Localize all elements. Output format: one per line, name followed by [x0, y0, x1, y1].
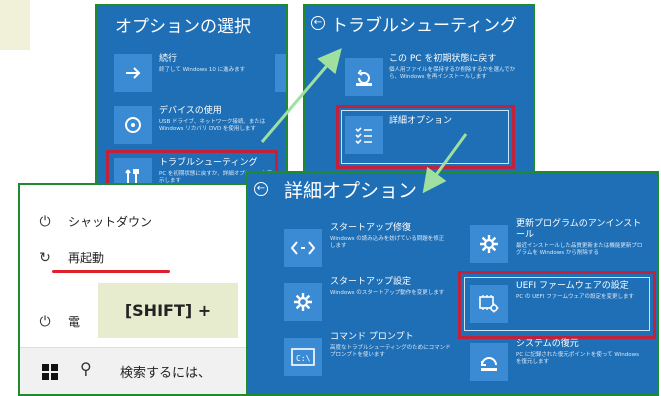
arrow-to-advanced [422, 133, 468, 194]
flow-arrows [260, 48, 468, 194]
arrow-to-troubleshoot [260, 48, 342, 143]
